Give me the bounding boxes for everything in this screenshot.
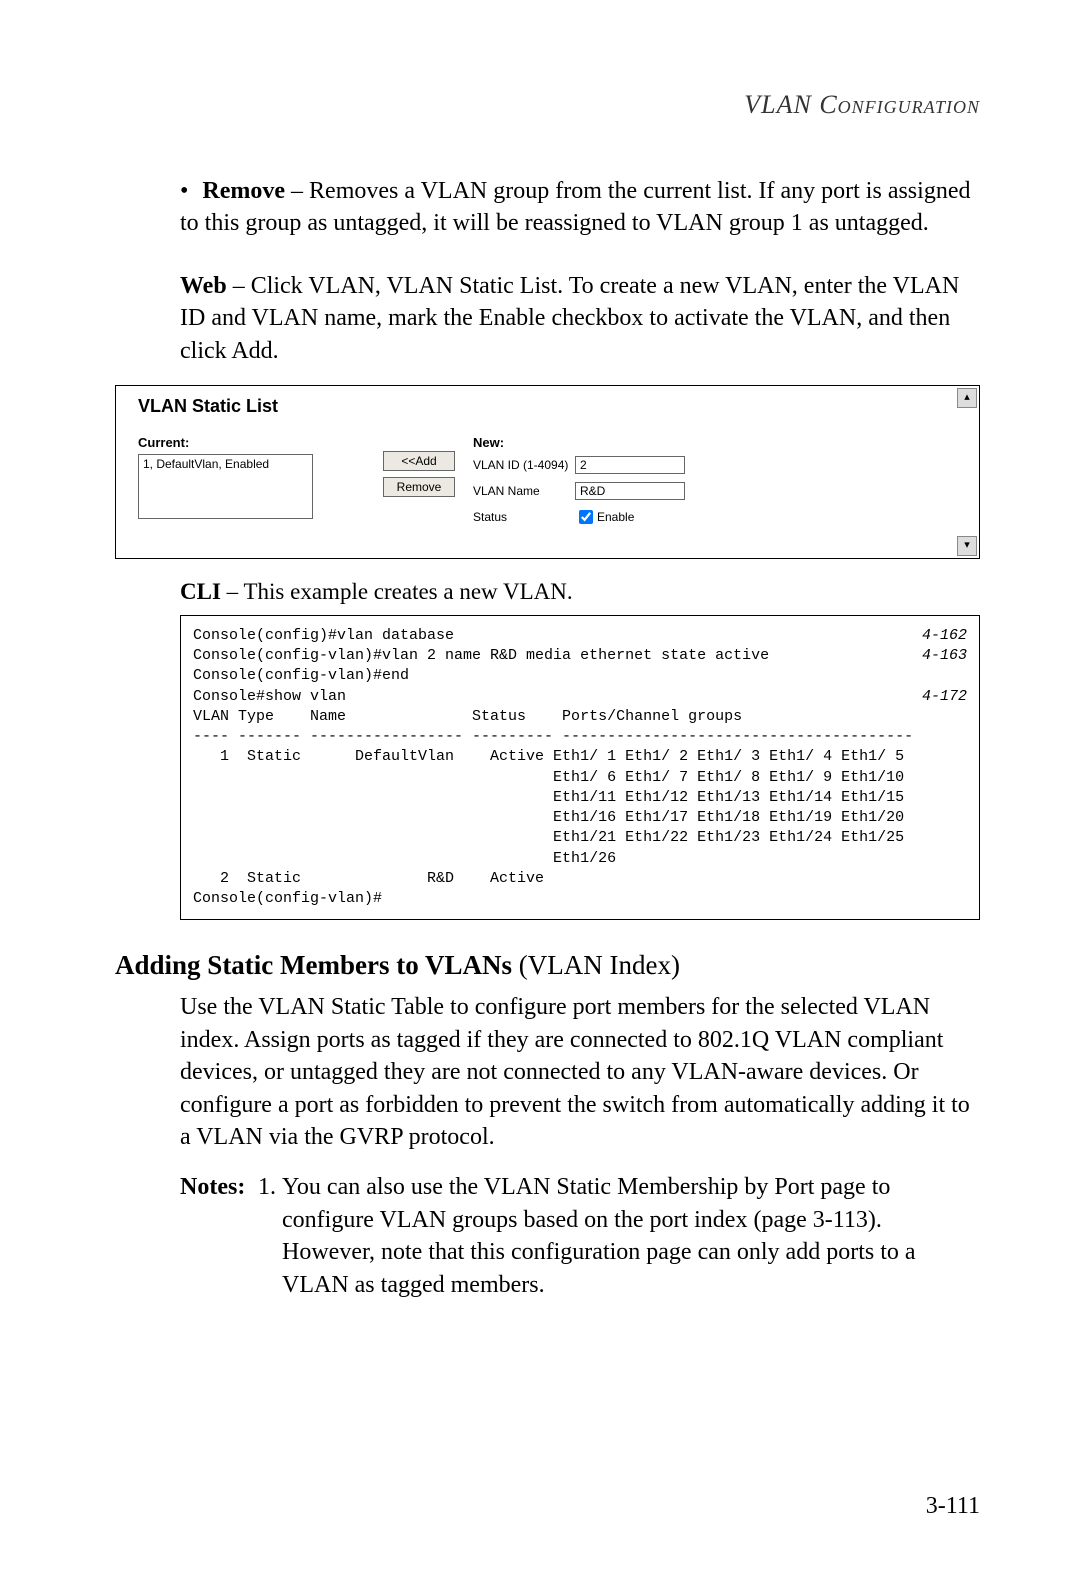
cli-text: – This example creates a new VLAN. (221, 579, 573, 604)
section-paragraph: Use the VLAN Static Table to configure p… (180, 991, 980, 1153)
cli-label: CLI (180, 579, 221, 604)
vlanid-input[interactable] (575, 456, 685, 474)
cli-output: Console(config)#vlan database4-162 Conso… (180, 615, 980, 921)
web-text: – Click VLAN, VLAN Static List. To creat… (180, 273, 959, 364)
scroll-up-icon[interactable]: ▴ (957, 388, 977, 408)
section-heading: Adding Static Members to VLANs (VLAN Ind… (115, 950, 980, 981)
remove-button[interactable]: Remove (383, 477, 455, 497)
current-item[interactable]: 1, DefaultVlan, Enabled (143, 457, 308, 471)
remove-text: – Removes a VLAN group from the current … (180, 178, 970, 236)
remove-label: Remove (202, 178, 285, 204)
web-paragraph: Web – Click VLAN, VLAN Static List. To c… (180, 270, 980, 367)
enable-checkbox[interactable] (579, 510, 593, 524)
vlanid-label: VLAN ID (1-4094) (473, 458, 575, 472)
remove-bullet: • Remove – Removes a VLAN group from the… (180, 175, 980, 240)
heading-rest: (VLAN Index) (512, 950, 680, 980)
screenshot-title: VLAN Static List (138, 396, 949, 417)
scroll-down-icon[interactable]: ▾ (957, 536, 977, 556)
add-button[interactable]: <<Add (383, 451, 455, 471)
page-header: VLAN Configuration (115, 90, 980, 120)
new-label: New: (473, 435, 949, 450)
status-label: Status (473, 510, 575, 524)
vlan-static-list-screenshot: ▴ ▾ VLAN Static List Current: 1, Default… (115, 385, 980, 559)
heading-bold: Adding Static Members to VLANs (115, 950, 512, 980)
note-number: 1. (258, 1171, 282, 1301)
cli-paragraph: CLI – This example creates a new VLAN. (180, 579, 980, 605)
note-text: You can also use the VLAN Static Members… (282, 1171, 980, 1301)
notes-label: Notes: (180, 1171, 258, 1301)
enable-label: Enable (597, 510, 634, 524)
page-number: 3-111 (926, 1493, 980, 1520)
current-listbox[interactable]: 1, DefaultVlan, Enabled (138, 454, 313, 519)
vlanname-label: VLAN Name (473, 484, 575, 498)
notes-block: Notes: 1. You can also use the VLAN Stat… (180, 1171, 980, 1301)
vlanname-input[interactable] (575, 482, 685, 500)
web-label: Web (180, 273, 227, 299)
current-label: Current: (138, 435, 383, 450)
